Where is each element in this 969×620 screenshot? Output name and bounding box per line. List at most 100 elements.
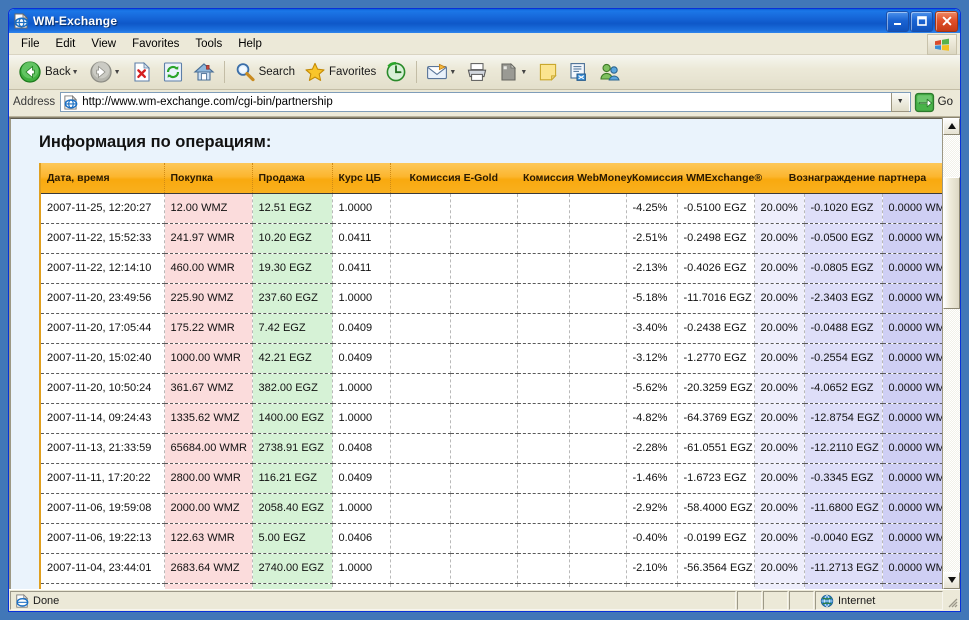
back-label: Back [45,66,71,78]
cell-reward1: -0.2554 EGZ [804,343,883,374]
cell-wm_pct [517,253,570,284]
refresh-icon [163,62,182,82]
cell-datetime: 2007-11-20, 17:05:44 [39,313,165,344]
resize-grip[interactable] [944,591,960,610]
cell-share: 20.00% [754,523,805,554]
cell-datetime: 2007-11-20, 10:50:24 [39,373,165,404]
cell-egold_sum [450,193,518,224]
cell-sell: 2058.40 EGZ [252,493,333,524]
cell-buy: 2800.00 WMR [164,463,253,494]
favorites-label: Favorites [329,66,377,78]
cell-egold_pct [390,403,451,434]
scroll-up-button[interactable] [943,118,960,135]
cell-datetime: 2007-11-20, 23:49:56 [39,283,165,314]
back-dropdown-icon[interactable]: ▼ [71,58,80,86]
col-commission-webmoney: Комиссия WebMoney [517,163,632,194]
go-button[interactable]: Go [911,92,957,113]
cell-datetime: 2007-11-13, 21:33:59 [39,433,165,464]
cell-wmx_sum: -20.3259 EGZ [677,373,755,404]
table-row: 2007-11-20, 23:49:56 225.90 WMZ 237.60 EGZ… [39,283,942,314]
vertical-scrollbar[interactable] [942,118,960,589]
cell-datetime: 2007-11-01, 18:29:30 [39,583,165,589]
cell-sell: 10.20 EGZ [252,223,333,254]
cell-buy: 361.67 WMZ [164,373,253,404]
cell-share: 20.00% [754,283,805,314]
maximize-button[interactable] [910,10,933,32]
cell-sell: 5.00 EGZ [252,523,333,554]
print-button[interactable] [462,57,492,87]
edit-button[interactable]: ▼ [493,57,532,87]
forward-dropdown-icon[interactable]: ▼ [113,58,122,86]
col-purchase: Покупка [164,163,253,194]
history-button[interactable] [381,57,411,87]
cell-egold_pct [390,553,451,584]
cell-egold_sum [450,223,518,254]
address-dropdown-icon[interactable]: ▼ [890,92,909,112]
mail-button[interactable]: ▼ [422,57,461,87]
forward-button[interactable]: ▼ [85,57,126,87]
cell-wm_sum [569,343,627,374]
menu-edit[interactable]: Edit [48,36,84,52]
desktop-background: WM-Exchange File Edit View Favorites Too… [0,0,969,620]
table-row: 2007-11-11, 17:20:22 2800.00 WMR 116.21 EG… [39,463,942,494]
cell-sell: 2740.00 EGZ [252,553,333,584]
scroll-down-button[interactable] [943,572,960,589]
address-input[interactable]: http://www.wm-exchange.com/cgi-bin/partn… [60,92,911,112]
cell-wmx_sum: -0.2498 EGZ [677,223,755,254]
cell-wmx_sum: -0.0199 EGZ [677,523,755,554]
cell-wmx_sum: -58.4000 EGZ [677,493,755,524]
messenger-button[interactable] [595,57,625,87]
ie-page-icon [13,13,29,29]
scrollbar-thumb[interactable] [943,177,960,309]
refresh-button[interactable] [158,57,188,87]
cell-buy: 122.63 WMR [164,523,253,554]
menu-help[interactable]: Help [230,36,270,52]
close-button[interactable] [935,10,958,32]
discuss-button[interactable] [533,57,563,87]
research-button[interactable] [564,57,594,87]
cell-wmx_pct: -2.51% [626,223,678,254]
menu-file[interactable]: File [13,36,48,52]
table-row: 2007-11-01, 18:29:3019939.00 WMR802.98 E… [39,583,942,589]
cell-reward2: 0.0000 WMZ [882,223,942,254]
cell-egold_pct [390,223,451,254]
cell-wm_pct [517,373,570,404]
back-button[interactable]: Back ▼ [14,57,84,87]
cell-wm_pct [517,583,570,589]
cell-wmx_pct: -4.82% [626,403,678,434]
cell-egold_pct [390,583,451,589]
cell-rate: 1.0000 [332,193,391,224]
printer-icon [468,63,487,81]
menu-tools[interactable]: Tools [187,36,230,52]
cell-sell: 1400.00 EGZ [252,403,333,434]
minimize-button[interactable] [886,10,909,32]
favorites-button[interactable]: Favorites [300,57,380,87]
stop-button[interactable] [127,57,157,87]
address-url-text: http://www.wm-exchange.com/cgi-bin/partn… [82,96,333,108]
cell-reward2: 0.0000 WMZ [882,373,942,404]
cell-wmx_sum: -61.0551 EGZ [677,433,755,464]
menu-view[interactable]: View [83,36,124,52]
home-button[interactable] [189,57,219,87]
menu-favorites[interactable]: Favorites [124,36,187,52]
table-row: 2007-11-20, 17:05:44 175.22 WMR 7.42 EGZ 0.… [39,313,942,344]
cell-egold_sum [450,583,518,589]
cell-wm_sum [569,283,627,314]
cell-egold_sum [450,373,518,404]
mail-dropdown-icon[interactable]: ▼ [448,58,457,86]
scrollbar-track[interactable] [943,135,960,572]
cell-wm_pct [517,223,570,254]
cell-wmx_pct: 0.59% [626,583,678,589]
cell-wm_pct [517,403,570,434]
cell-egold_pct [390,523,451,554]
cell-reward1: -12.8754 EGZ [804,403,883,434]
table-row: 2007-11-04, 23:44:01 2683.64 WMZ 2740.00 E… [39,553,942,584]
cell-wm_sum [569,433,627,464]
cell-datetime: 2007-11-11, 17:20:22 [39,463,165,494]
cell-reward2: 0.9531 WMZ [882,583,942,589]
edit-dropdown-icon[interactable]: ▼ [519,58,528,86]
search-button[interactable]: Search [230,57,299,87]
security-zone[interactable]: Internet [815,591,943,610]
stop-icon [134,62,150,82]
col-commission-wmexchange: Комиссия WMExchange® [626,163,762,194]
